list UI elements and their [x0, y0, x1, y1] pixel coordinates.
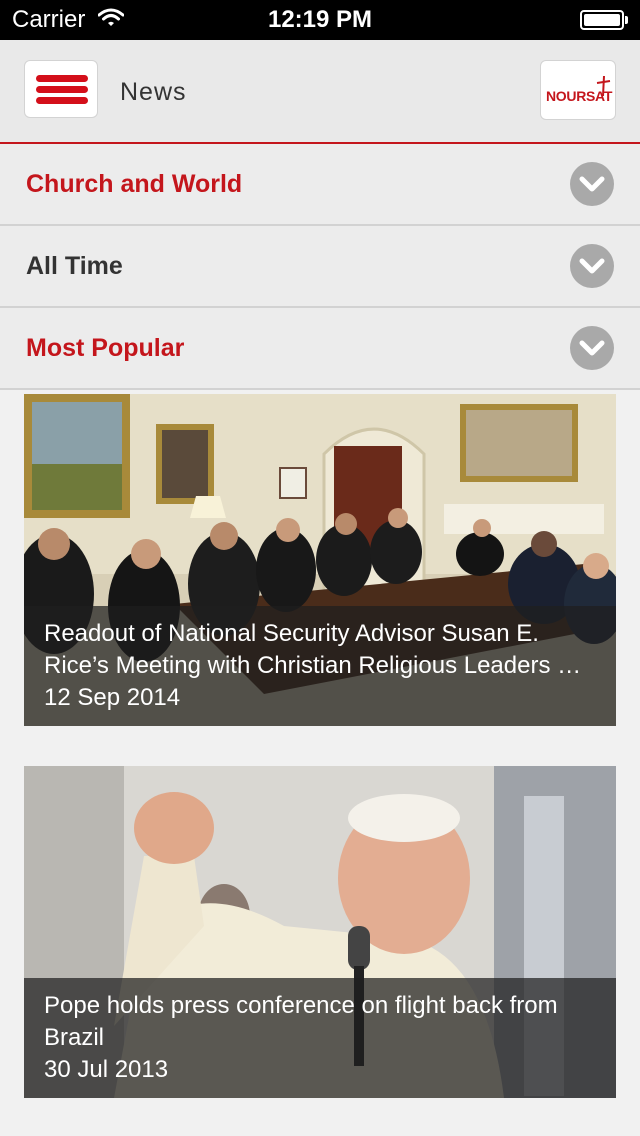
filter-time-range[interactable]: All Time: [0, 226, 640, 308]
chevron-down-icon[interactable]: [570, 326, 614, 370]
hamburger-menu-icon: [36, 75, 88, 82]
chevron-down-icon[interactable]: [570, 244, 614, 288]
news-card[interactable]: Pope holds press conference on flight ba…: [24, 766, 616, 1098]
filter-category[interactable]: Church and World: [0, 144, 640, 226]
filter-sort-label: Most Popular: [26, 334, 185, 362]
filter-category-label: Church and World: [26, 170, 243, 198]
status-bar: Carrier 12:19 PM: [0, 0, 640, 40]
article-caption: Pope holds press conference on flight ba…: [24, 978, 616, 1098]
article-title: Readout of National Security Advisor Sus…: [44, 620, 582, 679]
chevron-down-icon[interactable]: [570, 162, 614, 206]
article-caption: Readout of National Security Advisor Sus…: [24, 606, 616, 726]
filter-sort[interactable]: Most Popular: [0, 308, 640, 390]
article-title: Pope holds press conference on flight ba…: [44, 992, 558, 1051]
status-time: 12:19 PM: [267, 6, 373, 33]
cross-icon: [595, 75, 611, 102]
noursat-logo-button[interactable]: NOURSAT: [540, 60, 616, 120]
news-card[interactable]: Readout of National Security Advisor Sus…: [24, 394, 616, 726]
page-title: News: [120, 78, 187, 106]
menu-button[interactable]: [24, 60, 98, 118]
battery-icon: [580, 10, 628, 30]
filter-time-range-label: All Time: [26, 252, 123, 280]
article-date: 12 Sep 2014: [44, 684, 181, 711]
article-date: 30 Jul 2013: [44, 1056, 169, 1083]
nav-bar: News NOURSAT: [0, 40, 640, 144]
